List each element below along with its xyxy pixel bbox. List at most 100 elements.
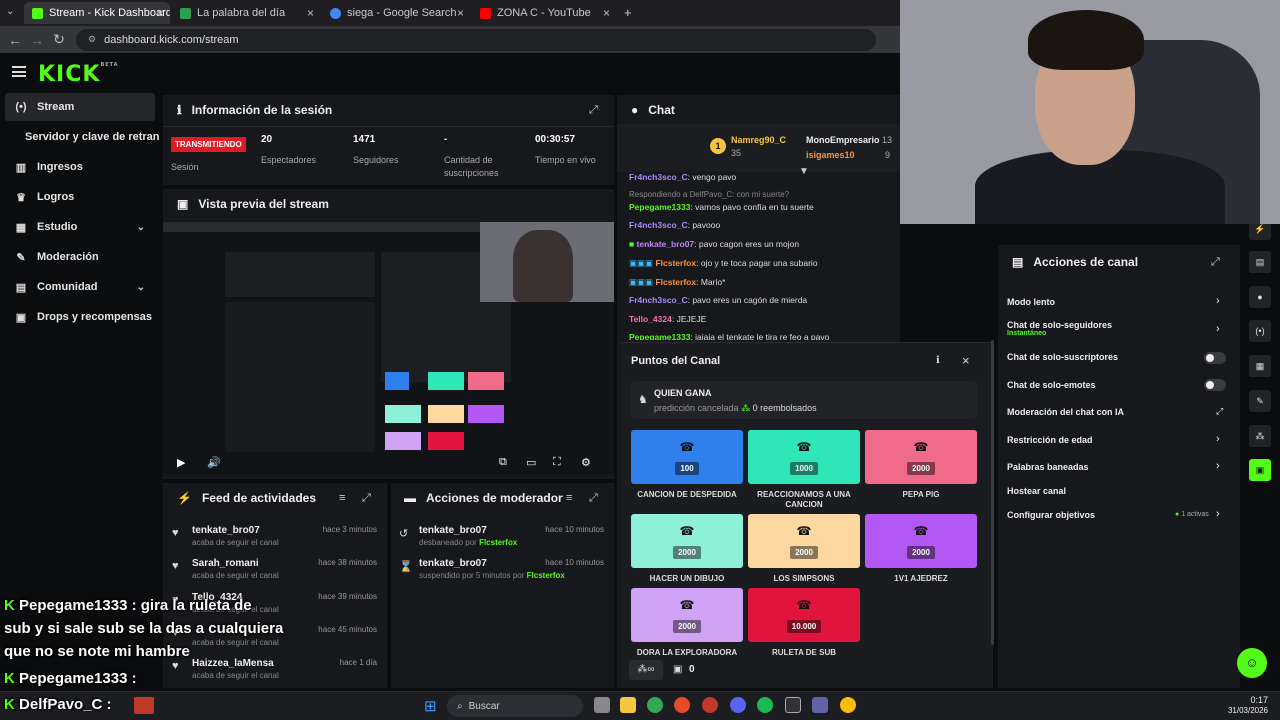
reward-card[interactable]: ☎ 2000 <box>631 514 743 568</box>
site-info-icon[interactable]: ⚙ <box>88 34 96 45</box>
sidebar-item-moderacion[interactable]: ✎ Moderación <box>5 243 155 271</box>
chat-user[interactable]: Pepegame1333 <box>629 332 690 340</box>
filter-icon[interactable]: ≡ <box>339 492 345 504</box>
windows-start-icon[interactable]: ⊞ <box>424 697 437 715</box>
expand-icon[interactable]: ⤢ <box>362 492 371 505</box>
tab-list-icon[interactable]: ⌄ <box>6 6 14 17</box>
expand-icon[interactable]: ⤢ <box>589 492 598 505</box>
kick-logo[interactable]: KICKBETA <box>38 62 119 87</box>
chat-user[interactable]: Fr4nch3sco_C <box>629 172 688 182</box>
mod-by[interactable]: Flcsterfox <box>479 538 517 547</box>
option-followers-only[interactable]: Chat de solo-seguidores Instantáneo <box>1007 320 1112 337</box>
tab-google[interactable]: siega - Google Search × <box>322 2 470 24</box>
reward-card[interactable]: ☎ 100 <box>631 430 743 484</box>
taskbar-search[interactable]: ⌕ Buscar <box>447 695 583 717</box>
option-banned-words[interactable]: Palabras baneadas <box>1007 462 1089 472</box>
reload-icon[interactable]: ↻ <box>48 31 70 48</box>
expand-icon[interactable]: ⤢ <box>1211 256 1220 269</box>
sidebar-item-stream[interactable]: (•) Stream <box>5 93 155 121</box>
gear-icon[interactable]: ⚙ <box>581 456 591 469</box>
clock-time[interactable]: 0:17 <box>1240 695 1268 705</box>
chevron-right-icon[interactable]: › <box>1216 295 1220 307</box>
url-field[interactable]: ⚙ dashboard.kick.com/stream <box>76 28 876 51</box>
info-icon[interactable]: ℹ <box>936 355 940 366</box>
notes-tool-icon[interactable]: ▤ <box>1249 251 1271 273</box>
file-explorer-icon[interactable] <box>620 697 636 713</box>
reward-card[interactable]: ☎ 2000 <box>748 514 860 568</box>
panel-tool-icon[interactable]: ▦ <box>1249 355 1271 377</box>
chevron-down-icon[interactable]: ▼ <box>799 166 809 177</box>
mod-by[interactable]: Flcsterfox <box>527 571 565 580</box>
theater-icon[interactable]: ▭ <box>526 456 536 469</box>
chevron-right-icon[interactable]: › <box>1216 323 1220 335</box>
chevron-right-icon[interactable]: › <box>1216 508 1220 520</box>
chat-user[interactable]: Fr4nch3sco_C <box>629 295 688 305</box>
reward-card[interactable]: ☎ 2000 <box>865 514 977 568</box>
reward-card[interactable]: ☎ 2000 <box>631 588 743 642</box>
sidebar-item-estudio[interactable]: ▦ Estudio ⌄ <box>5 213 155 241</box>
chat-user[interactable]: Flcsterfox <box>655 277 696 287</box>
option-age-restriction[interactable]: Restricción de edad <box>1007 435 1093 445</box>
points-tool-icon[interactable]: ▣ <box>1249 459 1271 481</box>
option-slow-mode[interactable]: Modo lento <box>1007 297 1055 307</box>
chrome-icon[interactable] <box>647 697 663 713</box>
feed-user[interactable]: Haizzea_laMensa <box>192 658 274 669</box>
option-host-channel[interactable]: Hostear canal <box>1007 486 1066 496</box>
close-icon[interactable]: × <box>603 6 610 20</box>
chat-tool-icon[interactable]: ● <box>1249 286 1271 308</box>
spotify-icon[interactable] <box>757 697 773 713</box>
stream-preview-video[interactable]: ▶ 🔊 ⧉ ▭ ⛶ ⚙ <box>163 222 614 474</box>
menu-icon[interactable] <box>12 66 26 77</box>
wrench-tool-icon[interactable]: ✎ <box>1249 390 1271 412</box>
close-icon[interactable]: × <box>157 6 164 20</box>
sidebar-item-server[interactable]: Servidor y clave de retransmisión <box>15 123 160 151</box>
reward-card[interactable]: ☎ 1000 <box>748 430 860 484</box>
play-icon[interactable]: ▶ <box>177 456 185 469</box>
sidebar-item-logros[interactable]: ♛ Logros <box>5 183 155 211</box>
sidebar-item-comunidad[interactable]: ▤ Comunidad ⌄ <box>5 273 155 301</box>
chat-user[interactable]: Fr4nch3sco_C <box>629 220 688 230</box>
support-icon[interactable]: ☺ <box>1237 648 1267 678</box>
chrome-active-icon[interactable] <box>840 697 856 713</box>
back-icon[interactable]: ← <box>4 32 26 48</box>
leader-name[interactable]: MonoEmpresario <box>806 135 880 145</box>
sidebar-item-drops[interactable]: ▣ Drops y recompensas <box>5 303 155 331</box>
close-icon[interactable]: × <box>307 6 314 20</box>
tab-palabra[interactable]: La palabra del día × <box>172 2 320 24</box>
close-icon[interactable]: × <box>962 353 970 368</box>
points-balance-icon[interactable]: ⁂∞ <box>629 660 663 680</box>
teams-icon[interactable] <box>812 697 828 713</box>
leader-name[interactable]: isigames10 <box>806 150 855 160</box>
tab-kick-dashboard[interactable]: Stream - Kick Dashboard × <box>24 2 170 24</box>
chat-user[interactable]: Tello_4324 <box>629 314 672 324</box>
forward-icon[interactable]: → <box>26 32 48 48</box>
chat-user[interactable]: Flcsterfox <box>655 258 696 268</box>
chevron-right-icon[interactable]: › <box>1216 433 1220 445</box>
pip-icon[interactable]: ⧉ <box>499 456 507 469</box>
chat-user[interactable]: tenkate_bro07 <box>637 239 695 249</box>
tab-youtube[interactable]: ZONA C - YouTube × <box>472 2 616 24</box>
obs-icon[interactable] <box>785 697 801 713</box>
external-link-icon[interactable]: ⤢ <box>1216 406 1223 417</box>
mod-user[interactable]: tenkate_bro07 <box>419 558 487 569</box>
option-goals[interactable]: Configurar objetivos <box>1007 510 1095 520</box>
expand-icon[interactable]: ⤢ <box>589 104 598 117</box>
close-icon[interactable]: × <box>457 6 464 20</box>
leader-name[interactable]: Namreg90_C <box>731 135 786 145</box>
chat-user[interactable]: Pepegame1333 <box>629 202 690 212</box>
clock-date[interactable]: 31/03/2026 <box>1222 706 1268 715</box>
discord-icon[interactable] <box>730 697 746 713</box>
scrollbar[interactable] <box>991 340 994 645</box>
option-ai-moderation[interactable]: Moderación del chat con IA <box>1007 407 1124 417</box>
feed-user[interactable]: Sarah_romani <box>192 558 259 569</box>
community-tool-icon[interactable]: ⁂ <box>1249 425 1271 447</box>
volume-icon[interactable]: 🔊 <box>207 456 221 469</box>
app-icon[interactable] <box>674 697 690 713</box>
new-tab-icon[interactable]: + <box>624 5 632 20</box>
sidebar-item-ingresos[interactable]: ▥ Ingresos <box>5 153 155 181</box>
filter-icon[interactable]: ≡ <box>566 492 572 504</box>
feed-user[interactable]: tenkate_bro07 <box>192 525 260 536</box>
taskview-icon[interactable] <box>594 697 610 713</box>
chevron-right-icon[interactable]: › <box>1216 460 1220 472</box>
emotes-only-toggle[interactable] <box>1204 379 1226 391</box>
